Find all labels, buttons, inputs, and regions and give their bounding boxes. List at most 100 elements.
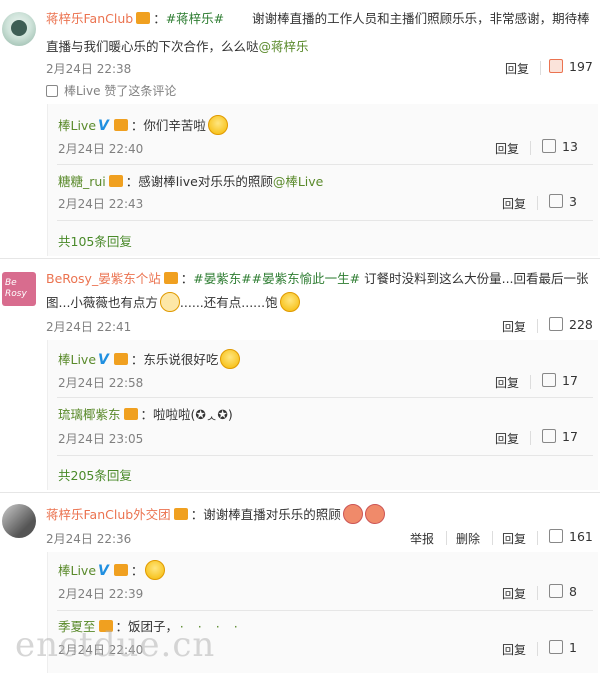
emoji-icon [145, 560, 166, 580]
vip-badge-icon [113, 119, 128, 131]
reply-button[interactable]: 回复 [502, 641, 526, 658]
vip-badge-icon [136, 12, 151, 24]
reply-date: 2月24日 22:40 [58, 142, 144, 156]
vip-badge-icon [113, 353, 128, 365]
reply-date: 2月24日 22:43 [58, 197, 144, 211]
more-replies-link[interactable]: 共105条回复 [58, 231, 132, 250]
divider [0, 492, 600, 493]
username-link[interactable]: 琉璃椰紫东 [58, 407, 121, 422]
comment-date: 2月24日 22:41 [46, 320, 132, 334]
verified-icon: V [98, 563, 109, 579]
emoji-icon [342, 504, 363, 524]
divider [530, 431, 531, 445]
divider [537, 196, 538, 210]
more-replies-link[interactable]: 共205条回复 [58, 465, 132, 484]
like-button[interactable]: 3 [549, 194, 577, 209]
reply-button[interactable]: 回复 [502, 195, 526, 212]
username-link[interactable]: BeRosy_晏紫东个站 [46, 271, 161, 286]
comment-body: 蒋梓乐FanClub外交团 ：谢谢棒直播对乐乐的照顾 [46, 504, 385, 525]
topic-tag-link[interactable]: #蒋梓乐# [166, 11, 224, 26]
thumbs-up-icon [549, 640, 563, 654]
comment-body: 蒋梓乐FanClub ：#蒋梓乐# 谢谢棒直播的工作人员和主播们照顾乐乐，非常感谢… [46, 11, 590, 26]
emoji-icon [207, 115, 228, 135]
divider [537, 319, 538, 333]
avatar[interactable] [2, 504, 36, 538]
reply-button[interactable]: 回复 [502, 530, 526, 547]
username-link[interactable]: 棒Live [58, 352, 96, 367]
thumbs-up-icon [549, 59, 563, 73]
vip-badge-icon [173, 508, 188, 520]
mention-link[interactable]: @蒋梓乐 [259, 39, 309, 54]
username-link[interactable]: 蒋梓乐FanClub外交团 [46, 507, 171, 522]
comment-date: 2月24日 22:36 [46, 532, 132, 546]
like-button[interactable]: 197 [549, 59, 593, 74]
thumbs-up-icon [549, 317, 563, 331]
like-button[interactable]: 13 [542, 139, 578, 154]
delete-button[interactable]: 删除 [456, 530, 480, 547]
like-button[interactable]: 17 [542, 373, 578, 388]
avatar[interactable]: Be Rosy [2, 272, 36, 306]
divider [537, 642, 538, 656]
thumbs-up-icon [549, 529, 563, 543]
like-button[interactable]: 161 [549, 529, 593, 544]
divider [57, 397, 593, 398]
divider [57, 164, 593, 165]
divider [57, 220, 593, 221]
like-button[interactable]: 17 [542, 429, 578, 444]
emoji-icon [220, 349, 241, 369]
verified-icon: V [98, 118, 109, 134]
topic-tag-link[interactable]: #晏紫东愉此一生# [252, 271, 360, 286]
divider [537, 531, 538, 545]
username-link[interactable]: 蒋梓乐FanClub [46, 11, 133, 26]
vip-badge-icon [163, 272, 178, 284]
divider [492, 531, 493, 545]
divider [57, 455, 593, 456]
reply-date: 2月24日 22:58 [58, 376, 144, 390]
reply-button[interactable]: 回复 [495, 140, 519, 157]
divider [537, 586, 538, 600]
reply-button[interactable]: 回复 [495, 374, 519, 391]
comment-text-line: 图...小薇薇也有点方 ......还有点......饱 [46, 292, 300, 313]
liked-notice: 棒Live 赞了这条评论 [46, 82, 176, 99]
mention-link[interactable]: @棒Live [273, 174, 324, 189]
comment-body: BeRosy_晏紫东个站 ：#晏紫东##晏紫东愉此一生# 订餐时没料到这么大份量.… [46, 271, 589, 286]
vip-badge-icon [113, 564, 128, 576]
reply-body: 琉璃椰紫东 ：啦啦啦(✪ᆺ✪) [58, 407, 233, 422]
divider [530, 141, 531, 155]
thumbs-up-icon [46, 85, 58, 97]
username-link[interactable]: 糖糖_rui [58, 174, 106, 189]
reply-date: 2月24日 22:39 [58, 587, 144, 601]
thumbs-up-icon [542, 373, 556, 387]
thumbs-up-icon [542, 139, 556, 153]
reply-body: 糖糖_rui ：感谢棒live对乐乐的照顾@棒Live [58, 174, 324, 189]
like-button[interactable]: 228 [549, 317, 593, 332]
reply-button[interactable]: 回复 [495, 430, 519, 447]
reply-button[interactable]: 回复 [502, 318, 526, 335]
divider [0, 258, 600, 259]
divider [530, 375, 531, 389]
verified-icon: V [98, 352, 109, 368]
emoji-icon [364, 504, 385, 524]
reply-body: 棒Live V ：东乐说很好吃 [58, 349, 241, 370]
emoji-icon [279, 292, 300, 312]
divider [446, 531, 447, 545]
reply-date: 2月24日 23:05 [58, 432, 144, 446]
watermark: enctdue.cn [15, 625, 216, 665]
thumbs-up-icon [542, 429, 556, 443]
vip-badge-icon [108, 175, 123, 187]
report-button[interactable]: 举报 [410, 530, 434, 547]
avatar[interactable] [2, 12, 36, 46]
thumbs-up-icon [549, 194, 563, 208]
comment-date: 2月24日 22:38 [46, 62, 132, 76]
like-button[interactable]: 8 [549, 584, 577, 599]
comment-text-line: 直播与我们暖心乐的下次合作，么么哒@蒋梓乐 [46, 39, 309, 54]
reply-button[interactable]: 回复 [502, 585, 526, 602]
like-button[interactable]: 1 [549, 640, 577, 655]
topic-tag-link[interactable]: #晏紫东# [193, 271, 251, 286]
thumbs-up-icon [549, 584, 563, 598]
reply-button[interactable]: 回复 [505, 60, 529, 77]
username-link[interactable]: 棒Live [58, 118, 96, 133]
vip-badge-icon [123, 408, 138, 420]
username-link[interactable]: 棒Live [58, 563, 96, 578]
emoji-icon [159, 292, 180, 312]
